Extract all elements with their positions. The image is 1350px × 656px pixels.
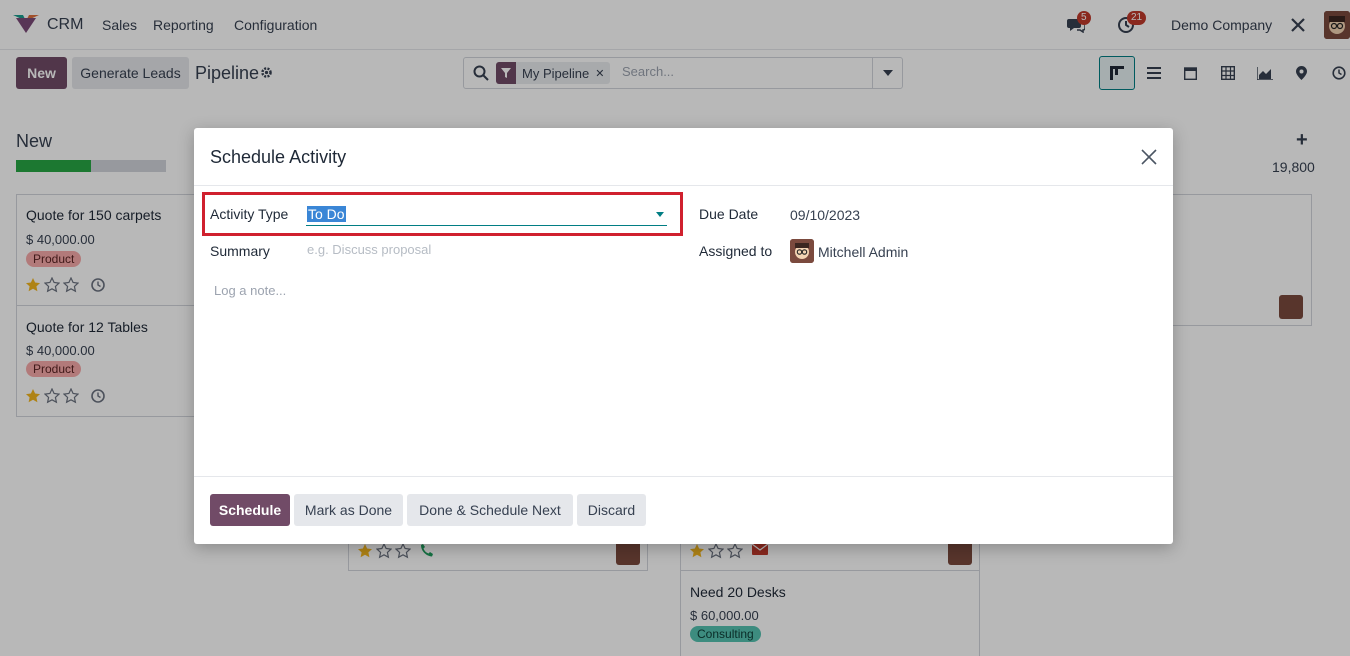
avatar-face-icon (790, 239, 814, 263)
assignee-avatar (790, 239, 814, 263)
schedule-button[interactable]: Schedule (210, 494, 290, 526)
schedule-activity-dialog: Schedule Activity Activity Type To Do Su… (194, 128, 1173, 544)
summary-input[interactable] (307, 242, 667, 257)
done-schedule-next-button[interactable]: Done & Schedule Next (407, 494, 573, 526)
mark-as-done-button[interactable]: Mark as Done (294, 494, 403, 526)
caret-down-icon (656, 212, 664, 217)
dialog-header: Schedule Activity (194, 128, 1173, 186)
summary-label: Summary (210, 243, 270, 259)
assigned-to-label: Assigned to (699, 243, 773, 259)
note-editor[interactable]: Log a note... (214, 283, 286, 298)
activity-type-select[interactable]: To Do (306, 204, 667, 226)
due-date-field[interactable]: 09/10/2023 (790, 207, 860, 223)
activity-type-value: To Do (307, 206, 346, 222)
assigned-to-field[interactable]: Mitchell Admin (818, 244, 908, 260)
due-date-label: Due Date (699, 206, 759, 222)
dialog-footer: Schedule Mark as Done Done & Schedule Ne… (194, 476, 1173, 544)
close-icon[interactable] (1139, 147, 1159, 167)
activity-type-label: Activity Type (210, 206, 289, 222)
dialog-title: Schedule Activity (210, 147, 347, 167)
discard-button[interactable]: Discard (577, 494, 646, 526)
